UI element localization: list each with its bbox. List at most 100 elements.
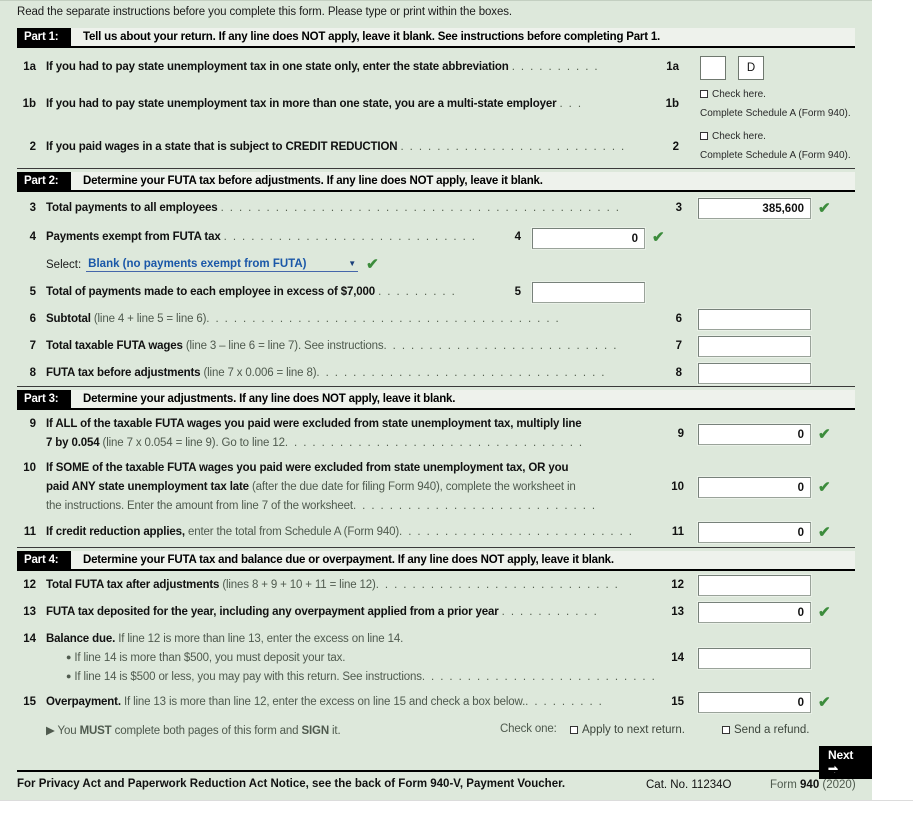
line-13-ref: 13	[671, 606, 684, 618]
line-2-checkbox[interactable]	[700, 132, 708, 140]
line-1a-state-second-input[interactable]: D	[738, 56, 764, 80]
line-11-text: If credit reduction applies, enter the t…	[46, 526, 633, 538]
line-3-input[interactable]: 385,600	[698, 198, 811, 219]
line-4-number: 4	[29, 231, 36, 243]
line-13-label: FUTA tax deposited for the year, includi…	[46, 606, 499, 618]
sign-notice: ▶ You MUST complete both pages of this f…	[46, 723, 341, 737]
check-one-label: Check one:	[500, 723, 557, 735]
line-1a-state-input[interactable]	[700, 56, 726, 80]
line-8-input[interactable]	[698, 363, 811, 384]
line-4-select-label: Select:	[46, 258, 82, 271]
line-6-input[interactable]	[698, 309, 811, 330]
line-7-sublabel: (line 3 – line 6 = line 7). See instruct…	[185, 340, 384, 352]
line-1b-schedule-note: Complete Schedule A (Form 940).	[700, 108, 851, 119]
line-13-leader: . . . . . . . . . . .	[501, 606, 599, 618]
line-1a-number: 1a	[23, 61, 36, 73]
line-1a-leader: . . . . . . . . . .	[511, 61, 600, 73]
line-1b-check-label: Check here.	[712, 89, 766, 100]
line-14-ref: 14	[671, 652, 684, 664]
line-9-input[interactable]: 0	[698, 424, 811, 445]
line-11-input[interactable]: 0	[698, 522, 811, 543]
line-10-input[interactable]: 0	[698, 477, 811, 498]
line-12-sublabel: (lines 8 + 9 + 10 + 11 = line 12)	[222, 579, 376, 591]
line-13-text: FUTA tax deposited for the year, includi…	[46, 606, 598, 618]
line-3-label: Total payments to all employees	[46, 202, 218, 214]
line-7-input[interactable]	[698, 336, 811, 357]
line-1b-leader: . . .	[559, 98, 583, 110]
line-15-input[interactable]: 0	[698, 692, 811, 713]
line-12-input[interactable]	[698, 575, 811, 596]
arrow-right-icon-next: ➡	[828, 762, 838, 776]
part-4-title: Determine your FUTA tax and balance due …	[83, 554, 614, 566]
line-7-leader: . . . . . . . . . . . . . . . . . . . . …	[383, 340, 618, 352]
line-14-input[interactable]	[698, 648, 811, 669]
line-14-bullet-1-text: If line 14 is more than $500, you must d…	[74, 652, 346, 664]
next-button[interactable]: Next ➡	[819, 746, 872, 779]
part-4-header: Part 4: Determine your FUTA tax and bala…	[17, 551, 855, 571]
line-10-leader: . . . . . . . . . . . . . . . . . . . . …	[352, 500, 597, 512]
line-15-valid-check-icon: ✔	[818, 694, 831, 711]
page-bottom-gap	[0, 800, 913, 816]
line-1a-text: If you had to pay state unemployment tax…	[46, 61, 599, 73]
part-3-tag: Part 3:	[17, 390, 71, 408]
line-2-checkbox-row[interactable]: Check here.	[700, 131, 766, 142]
line-11-leader: . . . . . . . . . . . . . . . . . . . . …	[399, 526, 634, 538]
line-4-input[interactable]: 0	[532, 228, 645, 249]
line-8-sublabel: (line 7 x 0.006 = line 8)	[203, 367, 317, 379]
chevron-down-icon: ▼	[348, 259, 357, 268]
part-1-tag: Part 1:	[17, 28, 71, 46]
line-4-exempt-select-row[interactable]: Select: Blank (no payments exempt from F…	[46, 257, 379, 272]
line-14-bullet-2: ● If line 14 is $500 or less, you may pa…	[66, 671, 656, 683]
send-refund-label: Send a refund.	[734, 724, 810, 736]
part-1-bottom-rule	[17, 168, 855, 169]
line-3-ref: 3	[675, 202, 682, 214]
line-4-exempt-select[interactable]: Blank (no payments exempt from FUTA) ▼	[86, 257, 359, 272]
line-13-input[interactable]: 0	[698, 602, 811, 623]
line-14-number: 14	[23, 633, 36, 645]
line-14-bullet-1: ● If line 14 is more than $500, you must…	[66, 652, 345, 664]
line-8-leader: . . . . . . . . . . . . . . . . . . . . …	[316, 367, 606, 379]
line-4-select-valid-check-icon: ✔	[366, 256, 379, 273]
line-11-label: If credit reduction applies,	[46, 526, 185, 538]
line-6-text: Subtotal (line 4 + line 5 = line 6). . .…	[46, 313, 560, 325]
line-2-check-label: Check here.	[712, 131, 766, 142]
line-5-input[interactable]	[532, 282, 645, 303]
line-10-label3: the instructions. Enter the amount from …	[46, 500, 353, 512]
line-9-valid-check-icon: ✔	[818, 426, 831, 443]
line-2-label: If you paid wages in a state that is sub…	[46, 141, 398, 153]
line-1b-ref: 1b	[665, 98, 679, 110]
next-button-label: Next	[828, 748, 854, 762]
line-2-text: If you paid wages in a state that is sub…	[46, 141, 626, 153]
part-2-tag: Part 2:	[17, 172, 71, 190]
line-11-number: 11	[23, 526, 36, 538]
line-8-number: 8	[29, 367, 36, 379]
line-9-text-line2: 7 by 0.054 (line 7 x 0.054 = line 9). Go…	[46, 437, 584, 449]
line-11-sublabel: enter the total from Schedule A (Form 94…	[188, 526, 400, 538]
part-3-title: Determine your adjustments. If any line …	[83, 393, 456, 405]
line-9-leader: . . . . . . . . . . . . . . . . . . . . …	[284, 437, 584, 449]
sign-notice-pre: You	[57, 725, 80, 737]
line-13-number: 13	[23, 606, 36, 618]
footer-cat-no: Cat. No. 11234O	[646, 779, 732, 791]
check-one-send-refund[interactable]: Send a refund.	[722, 724, 809, 736]
line-4-valid-check-icon: ✔	[652, 229, 665, 246]
part-2-title: Determine your FUTA tax before adjustmen…	[83, 175, 543, 187]
footer-form-number: 940	[800, 779, 820, 791]
line-15-text: Overpayment. If line 13 is more than lin…	[46, 696, 603, 708]
line-10-text-line1: If SOME of the taxable FUTA wages you pa…	[46, 462, 568, 474]
check-one-apply-next-return[interactable]: Apply to next return.	[570, 724, 685, 736]
line-4-select-value: Blank (no payments exempt from FUTA)	[88, 257, 307, 270]
line-1b-checkbox[interactable]	[700, 90, 708, 98]
line-9-number: 9	[29, 418, 36, 430]
line-12-number: 12	[23, 579, 36, 591]
line-10-valid-check-icon: ✔	[818, 479, 831, 496]
line-1b-checkbox-row[interactable]: Check here.	[700, 89, 766, 100]
line-1b-text: If you had to pay state unemployment tax…	[46, 98, 582, 110]
footer-form-pre: Form	[770, 779, 801, 791]
apply-next-return-checkbox[interactable]	[570, 726, 578, 734]
line-4-text: Payments exempt from FUTA tax . . . . . …	[46, 231, 476, 243]
line-14-bullet-2-text: If line 14 is $500 or less, you may pay …	[74, 671, 422, 683]
line-10-label: If SOME of the taxable FUTA wages you pa…	[46, 462, 569, 474]
line-2-schedule-note: Complete Schedule A (Form 940).	[700, 150, 851, 161]
send-refund-checkbox[interactable]	[722, 726, 730, 734]
